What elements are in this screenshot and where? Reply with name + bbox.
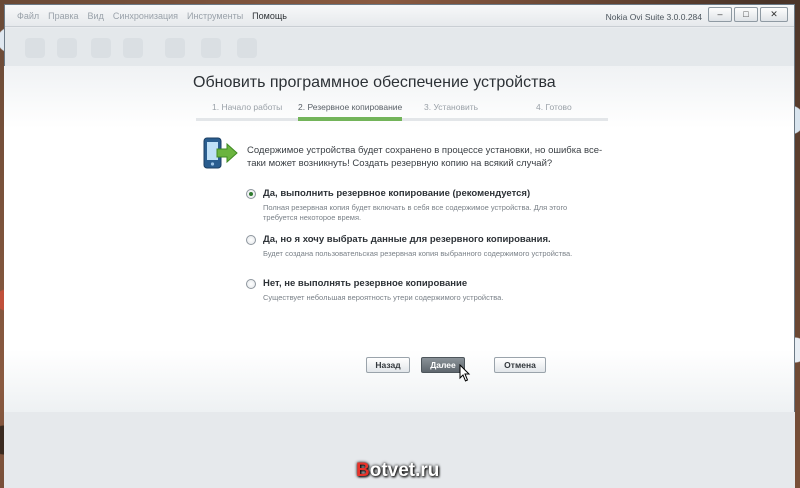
step-start: 1. Начало работы: [212, 102, 283, 112]
messages-icon[interactable]: [237, 38, 257, 58]
option-full-backup-label: Да, выполнить резервное копирование (рек…: [263, 188, 531, 199]
option-custom-backup-label: Да, но я хочу выбрать данные для резервн…: [263, 234, 551, 245]
menu-tools[interactable]: Инструменты: [187, 11, 243, 21]
window-controls: – □ ✕: [708, 7, 788, 22]
photos-icon[interactable]: [57, 38, 77, 58]
phone-backup-icon: [203, 137, 238, 169]
step-track: [196, 118, 608, 121]
maximize-button[interactable]: □: [734, 7, 758, 22]
title-bar: Файл Правка Вид Синхронизация Инструмент…: [5, 5, 794, 27]
menu-bar: Файл Правка Вид Синхронизация Инструмент…: [17, 11, 296, 21]
radio-no-backup[interactable]: [246, 279, 256, 289]
cancel-button[interactable]: Отмена: [494, 357, 546, 373]
option-custom-backup-description: Будет создана пользовательская резервная…: [263, 249, 573, 258]
window-title: Nokia Ovi Suite 3.0.0.284: [605, 12, 702, 22]
step-done: 4. Готово: [536, 102, 572, 112]
step-active-indicator: [298, 117, 402, 121]
back-button[interactable]: Назад: [366, 357, 410, 373]
intro-text: Содержимое устройства будет сохранено в …: [247, 145, 603, 169]
radio-custom-backup[interactable]: [246, 235, 256, 245]
maps-icon[interactable]: [201, 38, 221, 58]
menu-view[interactable]: Вид: [88, 11, 104, 21]
contacts-icon[interactable]: [165, 38, 185, 58]
menu-sync[interactable]: Синхронизация: [113, 11, 178, 21]
music-icon[interactable]: [91, 38, 111, 58]
close-button[interactable]: ✕: [760, 7, 788, 22]
option-full-backup-description: Полная резервная копия будет включать в …: [263, 203, 568, 222]
option-no-backup-description: Существует небольшая вероятность утери с…: [263, 293, 504, 302]
home-icon[interactable]: [25, 38, 45, 58]
watermark-logo: Botvet.ru: [356, 460, 439, 482]
main-toolbar: [5, 28, 794, 68]
video-icon[interactable]: [123, 38, 143, 58]
menu-edit[interactable]: Правка: [48, 11, 78, 21]
watermark-text: otvet.ru: [369, 460, 440, 481]
step-backup: 2. Резервное копирование: [298, 102, 403, 112]
menu-file[interactable]: Файл: [17, 11, 39, 21]
watermark-first-letter: B: [356, 460, 370, 481]
step-progress: 1. Начало работы 2. Резервное копировани…: [196, 102, 608, 124]
radio-full-backup[interactable]: [246, 189, 256, 199]
mouse-cursor-icon: [459, 364, 471, 382]
option-no-backup-label: Нет, не выполнять резервное копирование: [263, 278, 468, 289]
step-install: 3. Установить: [424, 102, 479, 112]
minimize-button[interactable]: –: [708, 7, 732, 22]
menu-help[interactable]: Помощь: [252, 11, 287, 21]
dialog-title: Обновить программное обеспечение устройс…: [193, 74, 556, 91]
